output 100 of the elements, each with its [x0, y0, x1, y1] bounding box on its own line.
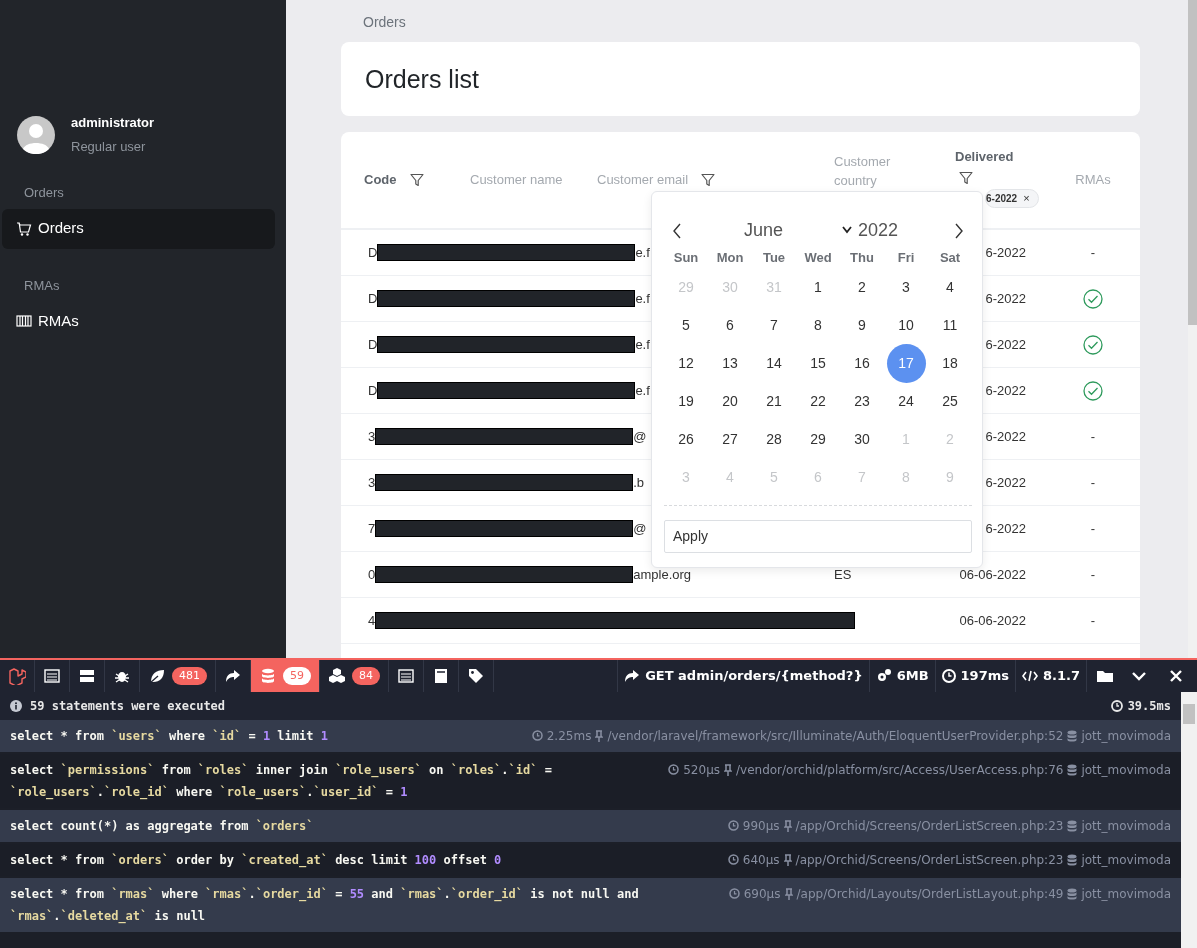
- apply-button[interactable]: Apply: [664, 520, 972, 553]
- count-badge: 84: [352, 666, 380, 686]
- memory-usage: 6MB: [896, 667, 929, 686]
- calendar-day[interactable]: 23: [842, 381, 882, 421]
- rma-status: -: [1090, 243, 1096, 262]
- calendar-day[interactable]: 5: [666, 305, 706, 345]
- weekday-label: Mon: [716, 250, 744, 265]
- order-code: D: [368, 289, 378, 308]
- calendar-day[interactable]: 27: [710, 419, 750, 459]
- clock-icon: [668, 764, 680, 775]
- query-source: /app/Orchid/Screens/OrderListScreen.php:23: [795, 818, 1064, 835]
- leaf-icon: [148, 667, 166, 685]
- calendar-day[interactable]: 10: [886, 305, 926, 345]
- count-badge: 481: [172, 666, 207, 686]
- barcode-icon: [16, 313, 32, 329]
- sidebar-item[interactable]: Orders: [2, 208, 275, 249]
- year-field[interactable]: 2022: [858, 216, 899, 244]
- query-duration: 690μs: [743, 886, 781, 903]
- calendar-day[interactable]: 28: [754, 419, 794, 459]
- calendar-day[interactable]: 7: [754, 305, 794, 345]
- calendar-day[interactable]: 11: [930, 305, 970, 345]
- order-code: 3: [368, 473, 376, 492]
- calendar-day[interactable]: 14: [754, 343, 794, 383]
- pin-icon: [784, 888, 793, 900]
- database-icon: [1067, 820, 1078, 832]
- clock-icon: [531, 730, 543, 741]
- weekday-label: Thu: [850, 250, 874, 265]
- database-icon: [1067, 854, 1078, 866]
- calendar-day[interactable]: 12: [666, 343, 706, 383]
- column-header[interactable]: Code: [364, 170, 397, 190]
- statement-count: 59 statements were executed: [30, 698, 226, 715]
- order-code: 0: [368, 565, 376, 584]
- query-source: /vendor/laravel/framework/src/Illuminate/Auth/EloquentUserProvider.php:52: [607, 728, 1064, 745]
- calendar-day[interactable]: 24: [886, 381, 926, 421]
- order-code: 3: [368, 427, 376, 446]
- customer-email: e.f: [635, 381, 650, 400]
- clock-icon: [727, 820, 739, 831]
- list-icon: [397, 667, 415, 685]
- delivered-date: 6-2022: [985, 520, 1026, 536]
- connection-name: jott_movimoda: [1081, 728, 1171, 745]
- filter-icon[interactable]: [409, 173, 424, 187]
- chevron-right-icon: [954, 222, 964, 239]
- calendar-day[interactable]: 4: [930, 267, 970, 307]
- connection-name: jott_movimoda: [1081, 818, 1171, 835]
- database-icon: [1067, 764, 1078, 776]
- weekday-label: Tue: [762, 250, 786, 265]
- chevron-left-icon: [672, 222, 682, 239]
- calendar-day[interactable]: 1: [798, 267, 838, 307]
- info-icon: [10, 700, 22, 712]
- caret-down-icon: [842, 226, 853, 234]
- order-code: D: [368, 243, 378, 262]
- php-version: 8.1.7: [1043, 667, 1080, 686]
- check-circle-icon: [1083, 334, 1103, 355]
- connection-name: jott_movimoda: [1081, 762, 1171, 779]
- calendar-day[interactable]: 18: [930, 343, 970, 383]
- query-duration: 520μs: [683, 762, 721, 779]
- calendar-day[interactable]: 21: [754, 381, 794, 421]
- calendar-day[interactable]: 15: [798, 343, 838, 383]
- database-icon: [1067, 730, 1078, 742]
- sidebar-item[interactable]: RMAs: [2, 301, 275, 341]
- weekday-label: Fri: [897, 250, 915, 265]
- tags-icon: [467, 667, 485, 685]
- sidebar-heading: Orders: [23, 184, 65, 202]
- calendar-day[interactable]: 26: [666, 419, 706, 459]
- page-title: Orders list: [365, 64, 479, 94]
- scrollbar[interactable]: [1181, 692, 1197, 948]
- calendar-day[interactable]: 16: [842, 343, 882, 383]
- calendar-day[interactable]: 2: [842, 267, 882, 307]
- calendar-day[interactable]: 8: [798, 305, 838, 345]
- column-header[interactable]: Delivered: [955, 147, 1014, 167]
- calendar-day[interactable]: 19: [666, 381, 706, 421]
- delivered-date: 6-2022: [985, 428, 1026, 444]
- calendar-day[interactable]: 3: [886, 267, 926, 307]
- folder-icon: [1096, 669, 1114, 683]
- user-name: administrator: [71, 114, 155, 132]
- delivered-date: 6-2022: [985, 474, 1026, 490]
- query-source: /app/Orchid/Layouts/OrderListLayout.php:49: [796, 886, 1064, 903]
- filter-icon[interactable]: [701, 173, 716, 187]
- breadcrumb[interactable]: Orders: [341, 0, 1140, 42]
- month-select[interactable]: June: [744, 216, 853, 244]
- pin-icon: [724, 764, 733, 776]
- customer-email: @: [633, 427, 647, 446]
- calendar-day[interactable]: 29: [798, 419, 838, 459]
- filter-icon[interactable]: [959, 170, 973, 185]
- calendar-day[interactable]: 22: [798, 381, 838, 421]
- user-role: Regular user: [71, 137, 147, 156]
- sql-statement: select `permissions` from `roles` inner join `role_users` on `roles`.`id` = `role_users`.`role_id` where `role_users`.`user_id` = 1: [10, 762, 553, 802]
- request-route: GET admin/orders/{method?}: [645, 667, 863, 686]
- calendar-day[interactable]: 30: [842, 419, 882, 459]
- query-duration: 640μs: [742, 852, 780, 869]
- calendar-day[interactable]: 25: [930, 381, 970, 421]
- calendar-day[interactable]: 20: [710, 381, 750, 421]
- database-icon: [259, 667, 277, 685]
- avatar-icon: [17, 115, 55, 154]
- customer-email: ample.org: [633, 565, 692, 584]
- calendar-day[interactable]: 13: [710, 343, 750, 383]
- scrollbar[interactable]: [1188, 0, 1197, 658]
- calendar-day[interactable]: 9: [842, 305, 882, 345]
- remove-filter-button[interactable]: ×: [1023, 192, 1030, 204]
- calendar-day[interactable]: 6: [710, 305, 750, 345]
